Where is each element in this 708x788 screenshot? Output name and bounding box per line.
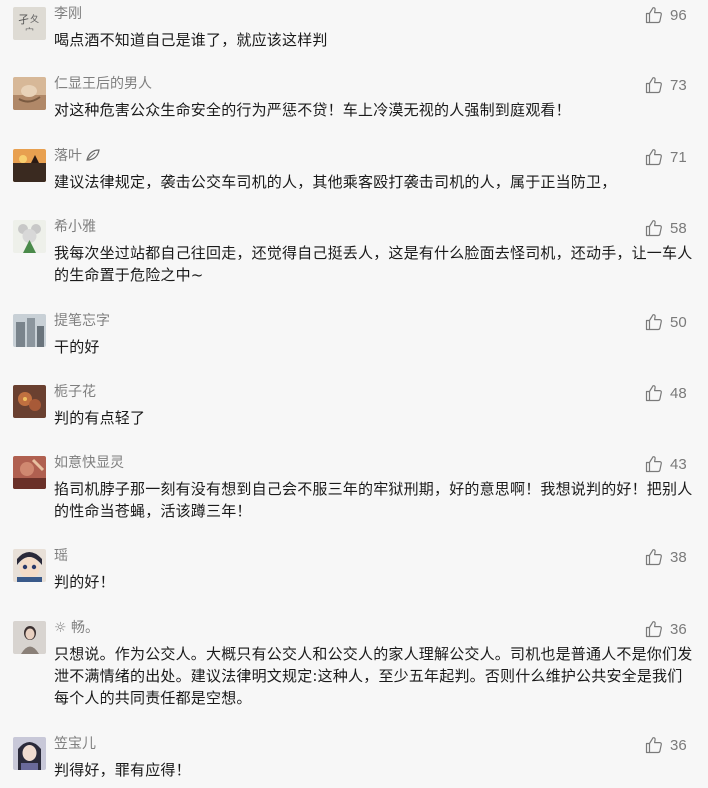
like-count: 36 (670, 736, 687, 754)
portrait-avatar[interactable] (13, 621, 46, 654)
comment-nickname[interactable]: 提笔忘字 (54, 311, 110, 331)
building-avatar[interactable] (13, 314, 46, 347)
photo-avatar[interactable] (13, 77, 46, 110)
like-button[interactable]: 71 (645, 146, 690, 168)
like-count: 36 (670, 620, 687, 638)
svg-text:宀: 宀 (25, 26, 34, 38)
cartoon-avatar[interactable] (13, 220, 46, 253)
thumbs-up-icon (645, 548, 663, 566)
like-button[interactable]: 38 (645, 546, 690, 568)
comment-nickname[interactable]: 落叶 (54, 146, 101, 166)
like-count: 43 (670, 455, 687, 473)
cartoon-face-avatar[interactable] (13, 549, 46, 582)
thumbs-up-icon (645, 455, 663, 473)
like-count: 96 (670, 6, 687, 24)
like-count: 71 (670, 148, 687, 166)
red-avatar[interactable] (13, 456, 46, 489)
comment-content: 建议法律规定，袭击公交车司机的人，其他乘客殴打袭击司机的人，属于正当防卫， (54, 173, 617, 191)
comment-nickname[interactable]: 笠宝儿 (54, 734, 96, 754)
like-button[interactable]: 48 (645, 382, 690, 404)
calligraphy-avatar[interactable]: 孑夂宀 (13, 7, 46, 40)
svg-text:夂: 夂 (30, 13, 39, 25)
anime-avatar[interactable] (13, 737, 46, 770)
like-button[interactable]: 73 (645, 74, 690, 96)
comment-content: 判得好，罪有应得！ (54, 761, 191, 779)
thumbs-up-icon (645, 6, 663, 24)
sun-icon: ☼ (54, 620, 67, 636)
thumbs-up-icon (645, 313, 663, 331)
comment-nickname[interactable]: ☼ 畅。 (54, 618, 99, 638)
like-count: 58 (670, 219, 687, 237)
like-count: 38 (670, 548, 687, 566)
comment-content: 掐司机脖子那一刻有没有想到自己会不服三年的牢狱刑期，好的意思啊！我想说判的好！把… (54, 480, 693, 520)
like-button[interactable]: 43 (645, 453, 690, 475)
comment-content: 喝点酒不知道自己是谁了，就应该这样判 (54, 31, 328, 49)
thumbs-up-icon (645, 148, 663, 166)
leaf-icon (82, 148, 101, 164)
thumbs-up-icon (645, 620, 663, 638)
comment-content: 干的好 (54, 338, 100, 356)
comment-nickname[interactable]: 瑶 (54, 546, 68, 566)
comment-nickname[interactable]: 如意快显灵 (54, 453, 124, 473)
thumbs-up-icon (645, 384, 663, 402)
like-button[interactable]: 58 (645, 217, 690, 239)
like-button[interactable]: 36 (645, 734, 690, 756)
comment-content: 我每次坐过站都自己往回走，还觉得自己挺丢人，这是有什么脸面去怪司机，还动手，让一… (54, 244, 693, 284)
thumbs-up-icon (645, 736, 663, 754)
comment-nickname[interactable]: 栀子花 (54, 382, 96, 402)
comment-nickname[interactable]: 李刚 (54, 4, 82, 24)
comment-content: 只想说。作为公交人。大概只有公交人和公交人的家人理解公交人。司机也是普通人不是你… (54, 645, 693, 707)
like-button[interactable]: 36 (645, 618, 690, 640)
thumbs-up-icon (645, 76, 663, 94)
comment-nickname[interactable]: 仁显王后的男人 (54, 74, 152, 94)
comment-content: 对这种危害公众生命安全的行为严惩不贷！车上冷漠无视的人强制到庭观看！ (54, 101, 571, 119)
like-button[interactable]: 96 (645, 4, 690, 26)
like-count: 48 (670, 384, 687, 402)
comment-content: 判的有点轻了 (54, 409, 146, 427)
comment-content: 判的好！ (54, 573, 115, 591)
flower-avatar[interactable] (13, 385, 46, 418)
like-count: 73 (670, 76, 687, 94)
thumbs-up-icon (645, 219, 663, 237)
like-count: 50 (670, 313, 687, 331)
like-button[interactable]: 50 (645, 311, 690, 333)
comment-nickname[interactable]: 希小雅 (54, 217, 96, 237)
svg-text:孑: 孑 (18, 13, 29, 26)
sunset-avatar[interactable] (13, 149, 46, 182)
